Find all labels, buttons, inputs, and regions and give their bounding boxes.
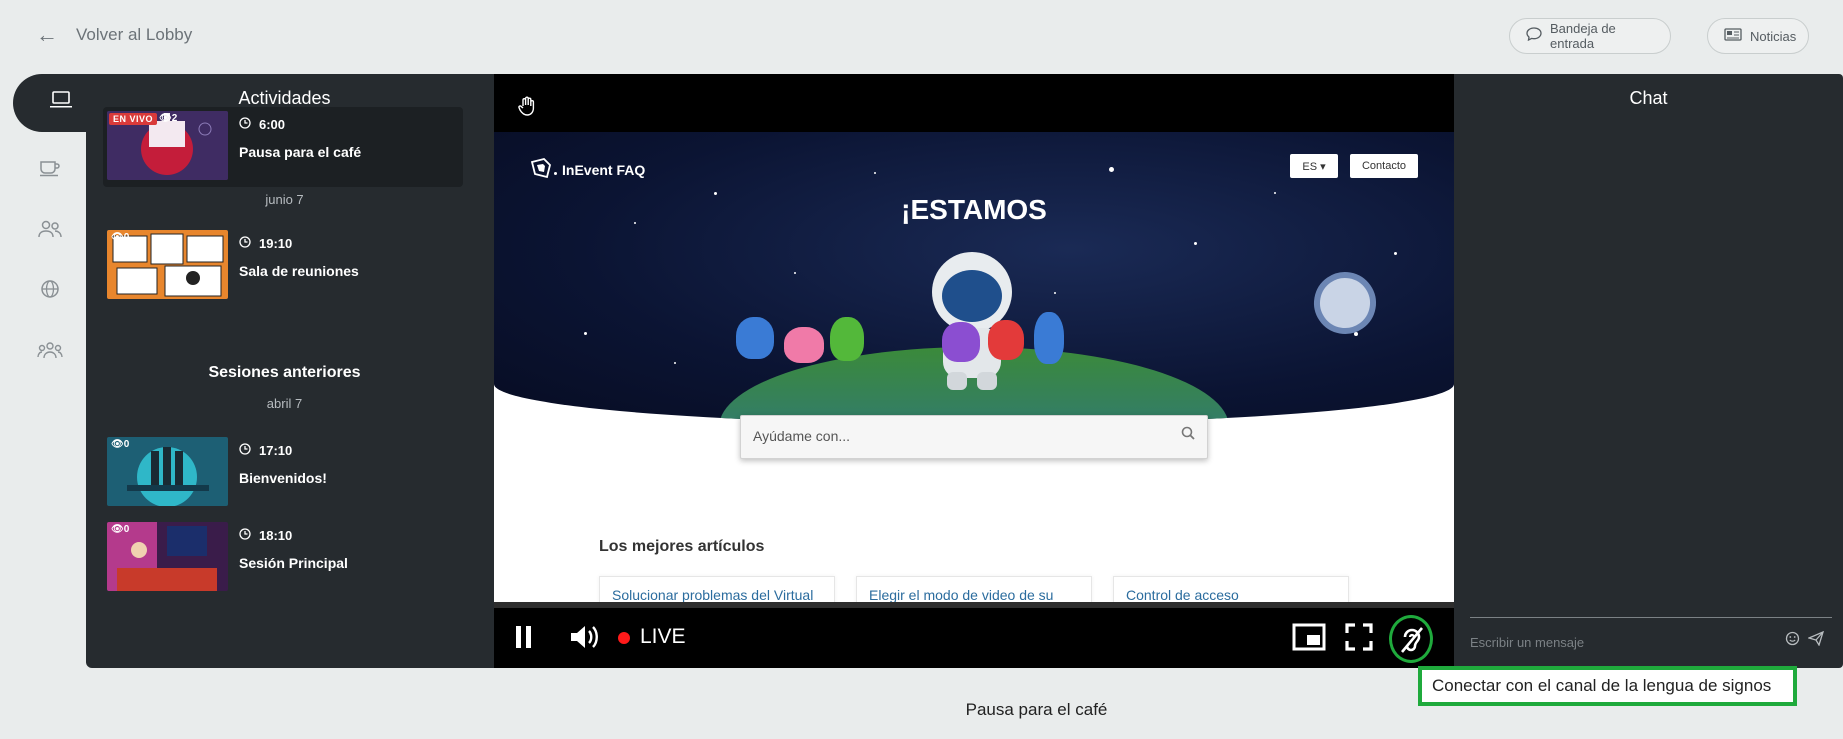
session-time: 17:10 — [239, 443, 292, 458]
activity-card-coffee-break[interactable]: EN VIVO 👁2 6:00 Pausa para el café — [103, 107, 463, 187]
search-placeholder: Ayúdame con... — [753, 428, 851, 444]
articles-title: Los mejores artículos — [599, 538, 765, 555]
volume-icon[interactable] — [569, 623, 601, 656]
chat-divider — [1470, 617, 1832, 618]
search-icon[interactable] — [1181, 426, 1195, 444]
previous-sessions-title: Sesiones anteriores — [208, 364, 361, 381]
view-count: 👁0 — [111, 524, 130, 535]
contact-button[interactable]: Contacto — [1350, 154, 1418, 178]
faq-logo: InEvent FAQ — [530, 158, 645, 181]
activities-title: Actividades — [238, 88, 331, 108]
article-link[interactable]: Control de acceso — [1113, 576, 1349, 602]
view-count: 👁0 — [111, 232, 130, 243]
session-name: Bienvenidos! — [239, 470, 327, 486]
top-bar: ← Volver al Lobby Bandeja de entrada Not… — [0, 0, 1843, 74]
view-count: 👁2 — [159, 113, 178, 124]
activity-name: Pausa para el café — [239, 144, 362, 160]
player-controls: LIVE — [494, 608, 1454, 668]
video-player[interactable]: InEvent FAQ ES ▾ Contacto ¡ESTAMOS Ayúda… — [494, 74, 1454, 668]
session-time: 18:10 — [239, 528, 292, 543]
activity-card-meeting-room[interactable]: 👁0 19:10 Sala de reuniones — [103, 226, 463, 306]
chat-message-input[interactable]: Escribir un mensaje — [1470, 635, 1584, 650]
emoji-icon[interactable] — [1785, 631, 1800, 650]
date-label: junio 7 — [265, 192, 304, 207]
fullscreen-icon[interactable] — [1344, 622, 1374, 657]
date-label: abril 7 — [266, 396, 303, 411]
coffee-icon — [39, 159, 61, 183]
inbox-label: Bandeja de entrada — [1550, 21, 1616, 51]
faq-search-input[interactable]: Ayúdame con... — [740, 415, 1208, 459]
send-icon[interactable] — [1807, 630, 1825, 650]
back-to-lobby-link[interactable]: ← Volver al Lobby — [36, 22, 192, 48]
sign-language-icon — [1399, 625, 1425, 660]
clock-icon — [239, 443, 251, 458]
news-button[interactable]: Noticias — [1707, 18, 1809, 54]
back-label: Volver al Lobby — [76, 25, 193, 44]
faq-stream-content: InEvent FAQ ES ▾ Contacto ¡ESTAMOS Ayúda… — [494, 132, 1454, 602]
newspaper-icon — [1724, 27, 1742, 45]
rocket-illustration — [1301, 259, 1389, 347]
chat-bubble-icon — [1526, 27, 1542, 45]
picture-in-picture-icon[interactable] — [1292, 622, 1326, 657]
language-select[interactable]: ES ▾ — [1290, 154, 1338, 178]
pause-icon[interactable] — [514, 624, 534, 655]
nav-networking-lounge[interactable] — [13, 142, 86, 200]
activity-thumbnail: 👁0 — [107, 230, 228, 299]
activity-time: 19:10 — [239, 236, 292, 251]
activity-name: Sala de reuniones — [239, 263, 359, 279]
inevent-logo-icon — [530, 158, 552, 181]
group-icon — [36, 341, 63, 365]
session-card-welcome[interactable]: 👁0 17:10 Bienvenidos! — [103, 433, 463, 513]
nav-language[interactable] — [13, 263, 86, 321]
clock-icon — [239, 117, 251, 132]
article-link[interactable]: Solucionar problemas del Virtual Lobby — [599, 576, 835, 602]
users-icon — [37, 220, 62, 244]
arrow-left-icon: ← — [36, 22, 58, 47]
activities-panel: Actividades EN VIVO 👁2 6:00 Pausa para e… — [86, 74, 494, 668]
view-count: 👁0 — [111, 439, 130, 450]
session-thumbnail: 👁0 — [107, 437, 228, 506]
live-badge: EN VIVO — [109, 113, 158, 125]
clock-icon — [239, 236, 251, 251]
session-card-main[interactable]: 👁0 18:10 Sesión Principal — [103, 518, 463, 598]
globe-icon — [40, 279, 60, 305]
live-label: LIVE — [640, 625, 686, 648]
article-link[interactable]: Elegir el modo de video de su sala — [856, 576, 1092, 602]
news-label: Noticias — [1750, 28, 1797, 44]
chat-title: Chat — [1629, 88, 1668, 108]
session-thumbnail: 👁0 — [107, 522, 228, 591]
chat-panel: Chat Escribir un mensaje — [1454, 74, 1843, 668]
clock-icon — [239, 528, 251, 543]
nav-groups[interactable] — [13, 324, 86, 382]
current-activity-caption: Pausa para el café — [965, 700, 1108, 719]
activity-thumbnail: EN VIVO 👁2 — [107, 111, 228, 180]
inbox-button[interactable]: Bandeja de entrada — [1509, 18, 1671, 54]
sign-language-button[interactable] — [1389, 615, 1433, 663]
laptop-icon — [49, 90, 73, 116]
faq-hero: InEvent FAQ ES ▾ Contacto ¡ESTAMOS — [494, 132, 1454, 424]
nav-people[interactable] — [13, 203, 86, 261]
live-indicator-dot — [618, 632, 630, 644]
session-name: Sesión Principal — [239, 555, 348, 571]
main-area: Actividades EN VIVO 👁2 6:00 Pausa para e… — [13, 74, 1843, 668]
activity-time: 6:00 — [239, 117, 285, 132]
faq-headline: ¡ESTAMOS — [901, 194, 1047, 225]
left-nav — [13, 74, 108, 668]
raise-hand-icon[interactable] — [518, 96, 536, 121]
